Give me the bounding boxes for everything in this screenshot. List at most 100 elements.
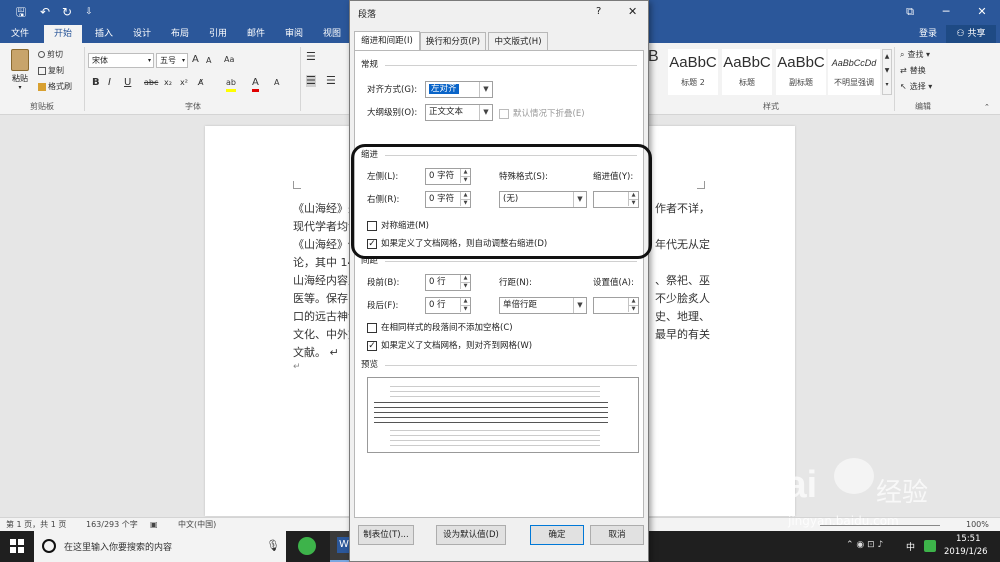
bullets-icon[interactable]: ☰ — [306, 51, 316, 63]
ribbon-display-icon[interactable]: ⧉ — [892, 0, 928, 24]
spin-down-icon[interactable]: ▼ — [460, 305, 470, 312]
redo-icon[interactable]: ↻ — [58, 3, 76, 21]
spin-down-icon[interactable]: ▼ — [628, 305, 638, 312]
language-status[interactable]: 中文(中国) — [178, 519, 216, 531]
undo-icon[interactable]: ↶ — [36, 3, 54, 21]
save-icon[interactable]: 🖫 — [12, 3, 30, 21]
clear-format-icon[interactable]: A̸ — [198, 77, 203, 89]
tab-indents-spacing[interactable]: 缩进和间距(I) — [354, 31, 420, 51]
customize-qat-icon[interactable]: ⇩ — [82, 3, 96, 21]
spin-down-icon[interactable]: ▼ — [460, 176, 470, 183]
input-method-indicator[interactable]: 中 — [906, 540, 915, 553]
zoom-level[interactable]: 100% — [966, 519, 989, 531]
set-default-button[interactable]: 设为默认值(D) — [436, 525, 506, 545]
style-subtle-emphasis[interactable]: AaBbCcDd 不明显强调 — [828, 49, 880, 95]
collapse-ribbon-icon[interactable]: ⌃ — [984, 101, 990, 113]
styles-scroll[interactable]: ▲ ▼ ▾ — [882, 49, 892, 95]
spin-up-icon[interactable]: ▲ — [460, 275, 470, 282]
strikethrough-button[interactable]: abc — [144, 77, 158, 89]
word-count[interactable]: 163/293 个字 — [86, 519, 138, 531]
ok-button[interactable]: 确定 — [530, 525, 584, 545]
font-name-select[interactable]: 宋体 ▾ — [88, 53, 154, 68]
collapse-checkbox[interactable] — [499, 109, 509, 119]
style-partial[interactable]: B — [648, 49, 659, 65]
share-button[interactable]: ⚇ 共享 — [946, 25, 996, 43]
char-shading-icon[interactable]: A — [274, 77, 279, 89]
tab-home[interactable]: 开始 — [44, 25, 82, 43]
close-button[interactable]: ✕ — [964, 0, 1000, 24]
paste-button[interactable]: 粘贴 ▾ — [6, 47, 34, 95]
style-title[interactable]: AaBbC 标题 — [722, 49, 772, 95]
font-color-icon[interactable]: A — [252, 77, 259, 92]
italic-button[interactable]: I — [108, 77, 111, 89]
cancel-button[interactable]: 取消 — [590, 525, 644, 545]
find-button[interactable]: ⌕ 查找 ▾ — [900, 49, 930, 61]
spin-up-icon[interactable]: ▲ — [460, 298, 470, 305]
style-heading2[interactable]: AaBbC 标题 2 — [668, 49, 718, 95]
spin-up-icon[interactable]: ▲ — [628, 192, 638, 199]
tab-view[interactable]: 视图 — [316, 25, 348, 43]
clock-time[interactable]: 15:51 — [956, 534, 981, 544]
page-count[interactable]: 第 1 页，共 1 页 — [6, 519, 66, 531]
space-before-input[interactable]: 0 行 ▲ ▼ — [425, 274, 471, 291]
select-button[interactable]: ↖ 选择 ▾ — [900, 81, 932, 93]
replace-button[interactable]: ⇄ 替换 — [900, 65, 926, 77]
format-painter-button[interactable]: 格式刷 — [38, 81, 72, 93]
help-button[interactable]: ? — [596, 6, 601, 17]
taskbar-search[interactable]: 在这里输入你要搜索的内容 🎙 — [34, 531, 286, 562]
spin-down-icon[interactable]: ▼ — [628, 199, 638, 206]
tab-references[interactable]: 引用 — [202, 25, 234, 43]
tab-layout[interactable]: 布局 — [164, 25, 196, 43]
highlight-icon[interactable]: ab — [226, 77, 236, 92]
align-left-icon[interactable]: ☰ — [306, 75, 316, 87]
subscript-button[interactable]: x₂ — [164, 77, 172, 89]
spin-down-icon[interactable]: ▼ — [460, 282, 470, 289]
spin-up-icon[interactable]: ▲ — [460, 169, 470, 176]
change-case-icon[interactable]: Aa — [224, 54, 234, 66]
shrink-font-button[interactable]: A — [206, 55, 211, 67]
cut-button[interactable]: 剪切 — [38, 49, 63, 61]
bold-button[interactable]: B — [92, 77, 100, 89]
font-size-select[interactable]: 五号 ▾ — [156, 53, 188, 68]
indent-left-input[interactable]: 0 字符 ▲ ▼ — [425, 168, 471, 185]
snap-grid-checkbox[interactable]: ✓ — [367, 341, 377, 351]
tab-file[interactable]: 文件 — [4, 25, 36, 43]
tab-line-page-breaks[interactable]: 换行和分页(P) — [420, 32, 486, 50]
grow-font-button[interactable]: A — [192, 54, 199, 66]
spin-up-icon[interactable]: ▲ — [460, 192, 470, 199]
tab-mailings[interactable]: 邮件 — [240, 25, 272, 43]
space-after-input[interactable]: 0 行 ▲ ▼ — [425, 297, 471, 314]
special-select[interactable]: (无) ▼ — [499, 191, 587, 208]
indent-by-input[interactable]: ▲ ▼ — [593, 191, 639, 208]
auto-right-indent-checkbox[interactable]: ✓ — [367, 239, 377, 249]
tab-design[interactable]: 设计 — [126, 25, 158, 43]
spin-up-icon[interactable]: ▲ — [628, 298, 638, 305]
tab-insert[interactable]: 插入 — [88, 25, 120, 43]
proofing-icon[interactable]: ▣ — [150, 519, 158, 531]
login-link[interactable]: 登录 — [912, 25, 944, 43]
clock-date[interactable]: 2019/1/26 — [944, 547, 988, 557]
outline-select[interactable]: 正文文本 ▼ — [425, 104, 493, 121]
dialog-close-button[interactable]: ✕ — [628, 5, 637, 18]
tab-review[interactable]: 审阅 — [278, 25, 310, 43]
line-spacing-select[interactable]: 单倍行距 ▼ — [499, 297, 587, 314]
at-input[interactable]: ▲ ▼ — [593, 297, 639, 314]
tray-app-icon[interactable] — [924, 540, 936, 552]
align-center-icon[interactable]: ☰ — [326, 75, 336, 87]
tab-asian-typography[interactable]: 中文版式(H) — [488, 32, 548, 50]
tabs-button[interactable]: 制表位(T)... — [358, 525, 414, 545]
style-subtitle[interactable]: AaBbC 副标题 — [776, 49, 826, 95]
tray-icons[interactable]: ⌃ ◉ ⊡ ♪ — [846, 540, 883, 550]
underline-button[interactable]: U — [124, 77, 131, 89]
app-360-icon[interactable] — [298, 537, 316, 555]
superscript-button[interactable]: x² — [180, 77, 188, 89]
mirror-indent-checkbox[interactable] — [367, 221, 377, 231]
copy-button[interactable]: 复制 — [38, 65, 64, 77]
alignment-select[interactable]: 左对齐 ▼ — [425, 81, 493, 98]
zoom-slider[interactable] — [820, 525, 940, 526]
minimize-button[interactable]: ─ — [928, 0, 964, 24]
no-space-checkbox[interactable] — [367, 323, 377, 333]
windows-start-icon[interactable] — [10, 539, 24, 553]
spin-down-icon[interactable]: ▼ — [460, 199, 470, 206]
indent-right-input[interactable]: 0 字符 ▲ ▼ — [425, 191, 471, 208]
